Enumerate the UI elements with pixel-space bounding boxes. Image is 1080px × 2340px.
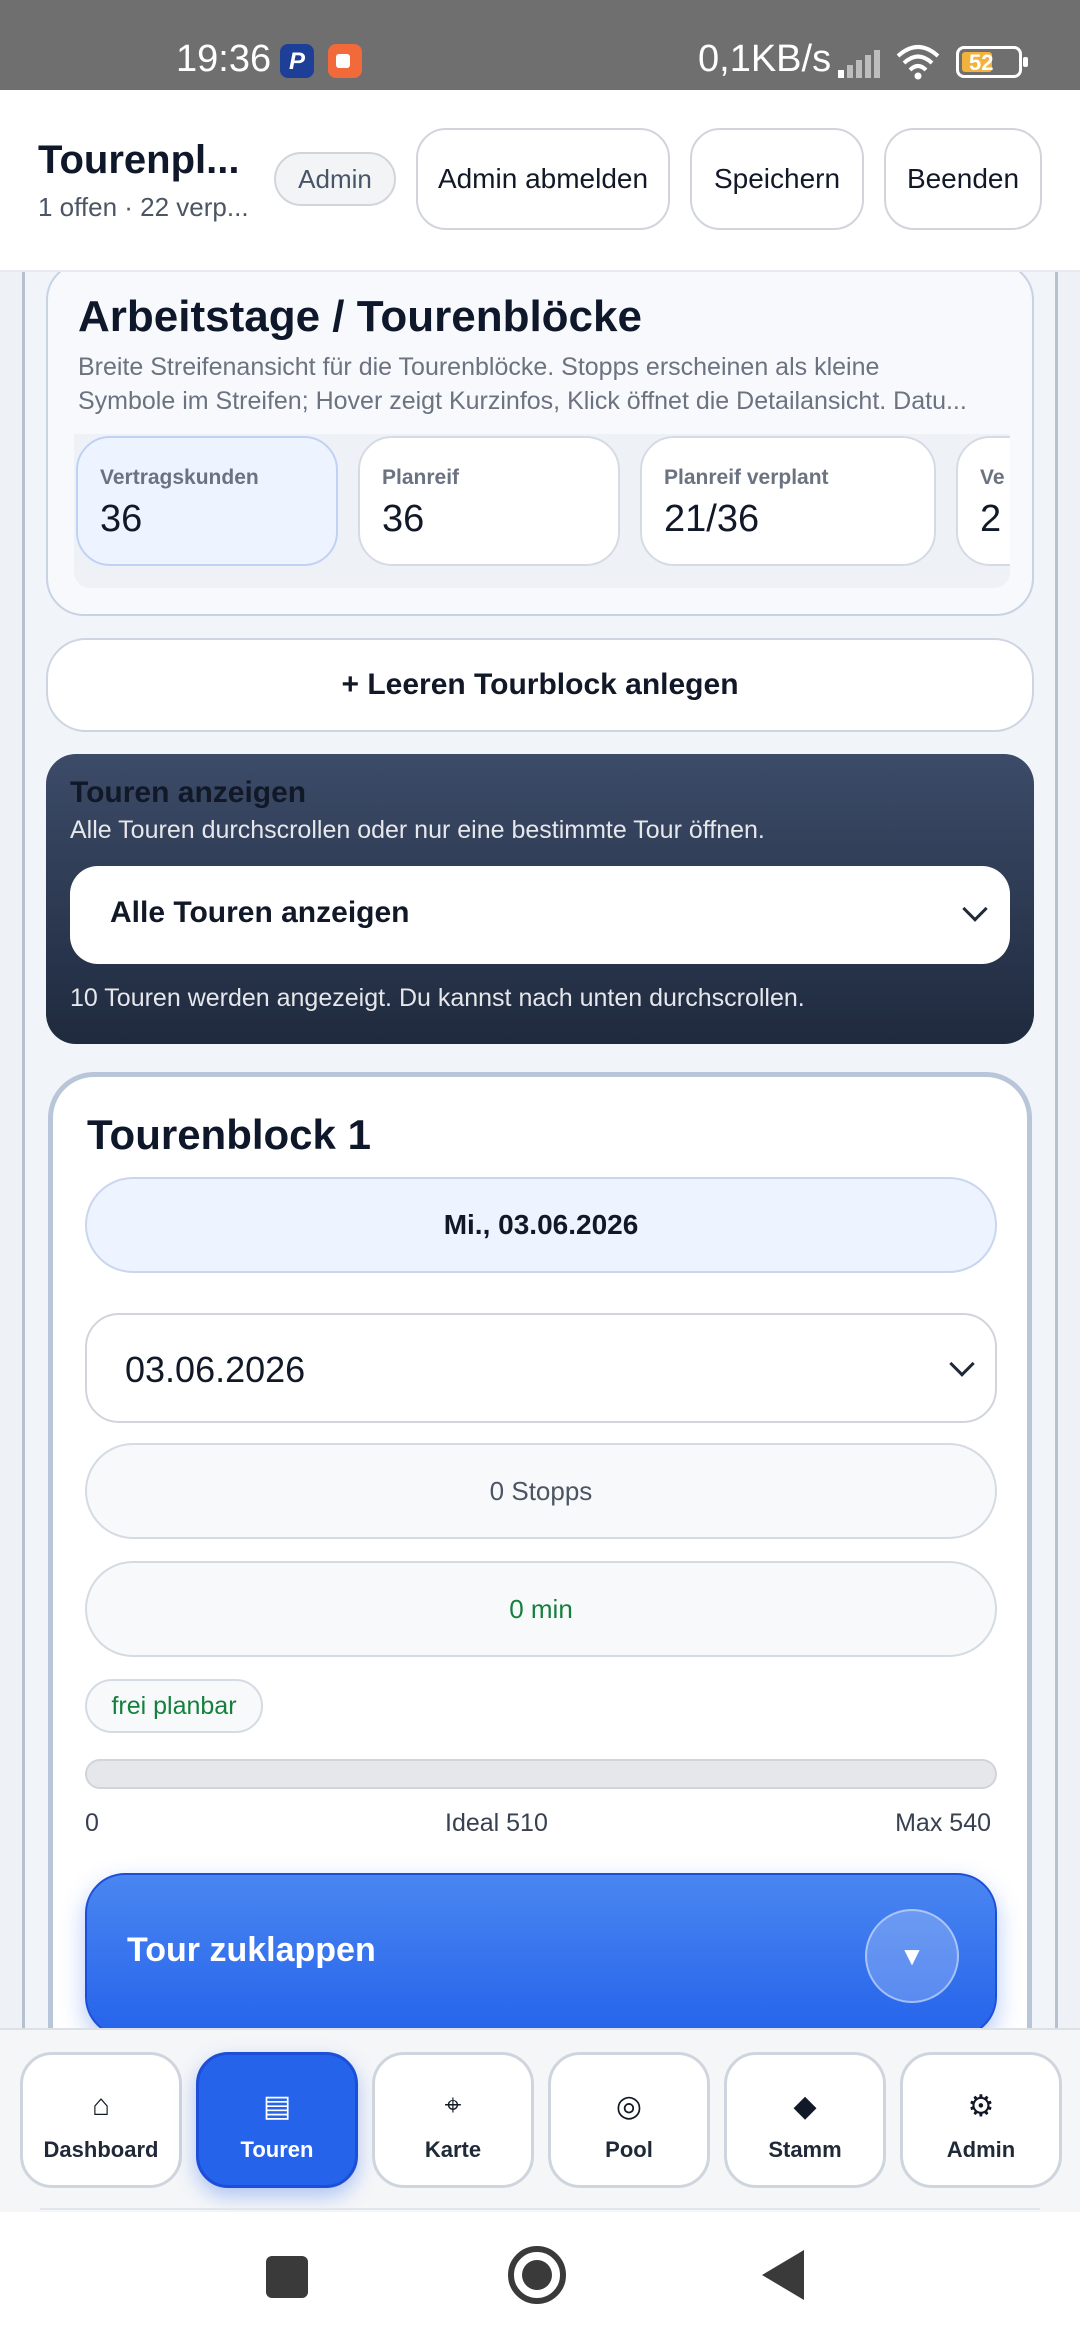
nav-karte[interactable]: ⌖ Karte	[372, 2052, 534, 2188]
scale-max-label: Max 540	[895, 1809, 991, 1837]
nav-stamm[interactable]: ◆ Stamm	[724, 2052, 886, 2188]
save-button[interactable]: Speichern	[690, 128, 864, 230]
stat-label: Vertragskunden	[100, 466, 259, 489]
stat-card-vertragskunden[interactable]: Vertragskunden 36	[76, 436, 338, 566]
admin-logout-button[interactable]: Admin abmelden	[416, 128, 670, 230]
tour-filter-select[interactable]: Alle Touren anzeigen	[70, 866, 1010, 964]
app-header: Tourenpl... 1 offen · 22 verp... Admin A…	[0, 90, 1080, 272]
add-empty-tourblock-button[interactable]: + Leeren Tourblock anlegen	[46, 638, 1034, 732]
stat-card-planreif[interactable]: Planreif 36	[358, 436, 620, 566]
tour-filter-card: Touren anzeigen Alle Touren durchscrolle…	[46, 754, 1034, 1044]
role-badge: Admin	[274, 152, 396, 206]
crosshair-icon: ⌖	[444, 2089, 462, 2122]
stats-strip[interactable]: Vertragskunden 36 Planreif 36 Planreif v…	[74, 434, 1010, 588]
arbeitstage-title: Arbeitstage / Tourenblöcke	[78, 292, 642, 341]
recorder-icon	[328, 44, 362, 78]
tourblock-date-select[interactable]: 03.06.2026	[85, 1313, 997, 1423]
status-bar: 19:36 0,1KB/s 52	[0, 0, 1080, 90]
nav-label: Touren	[240, 2137, 314, 2162]
diamond-icon: ◆	[793, 2090, 817, 2123]
battery-icon: 52	[956, 46, 1028, 78]
arbeitstage-description: Breite Streifenansicht für die Tourenblö…	[78, 350, 1018, 418]
collapse-arrow-icon: ▼	[865, 1909, 959, 2003]
tour-filter-title: Touren anzeigen	[70, 776, 307, 809]
battery-level: 52	[969, 50, 994, 75]
paypal-icon	[280, 44, 314, 78]
collapse-tour-button[interactable]: Tour zuklappen ▼	[85, 1873, 997, 2028]
exit-button[interactable]: Beenden	[884, 128, 1042, 230]
nav-touren[interactable]: ▤ Touren	[196, 2052, 358, 2188]
tourblock-date-value: 03.06.2026	[125, 1349, 306, 1390]
stat-value: 36	[100, 498, 143, 540]
home-icon: ⌂	[91, 2089, 111, 2122]
nav-divider	[40, 2208, 1040, 2210]
stat-label: Ve	[980, 466, 1005, 489]
nav-dashboard[interactable]: ⌂ Dashboard	[20, 2052, 182, 2188]
arbeitstage-description-line-2: Symbole im Streifen; Hover zeigt Kurzinf…	[78, 387, 967, 415]
nav-pool[interactable]: ◎ Pool	[548, 2052, 710, 2188]
arbeitstage-description-line-1: Breite Streifenansicht für die Tourenblö…	[78, 353, 880, 381]
tour-filter-subtitle: Alle Touren durchscrollen oder nur eine …	[70, 816, 765, 844]
bottom-navigation: ⌂ Dashboard ▤ Touren ⌖ Karte ◎ Pool ◆ St…	[0, 2028, 1080, 2212]
recents-icon[interactable]	[266, 2256, 308, 2298]
status-time: 19:36	[176, 38, 272, 80]
wifi-icon	[896, 45, 940, 80]
tourblock-card: Tourenblock 1 Mi., 03.06.2026 03.06.2026…	[48, 1072, 1032, 2028]
chevron-down-icon	[949, 1351, 975, 1377]
collapse-tour-label: Tour zuklappen	[127, 1931, 376, 1969]
chevron-down-icon	[962, 896, 988, 922]
page-subtitle: 1 offen · 22 verp...	[38, 192, 249, 222]
list-icon: ▤	[262, 2090, 292, 2123]
status-badge: frei planbar	[85, 1679, 263, 1733]
tourblock-date-chip: Mi., 03.06.2026	[85, 1177, 997, 1273]
gear-icon: ⚙	[967, 2090, 995, 2123]
scale-min-label: 0	[85, 1809, 99, 1837]
tour-filter-footer: 10 Touren werden angezeigt. Du kannst na…	[70, 984, 805, 1012]
network-speed: 0,1KB/s	[698, 38, 832, 80]
nav-label: Pool	[605, 2137, 653, 2162]
stat-value: 21/36	[664, 498, 760, 540]
arbeitstage-card: Arbeitstage / Tourenblöcke Breite Streif…	[46, 272, 1034, 616]
scale-ideal-label: Ideal 510	[445, 1809, 548, 1837]
nav-admin[interactable]: ⚙ Admin	[900, 2052, 1062, 2188]
stat-card-planreif-verplant[interactable]: Planreif verplant 21/36	[640, 436, 936, 566]
nav-label: Karte	[424, 2137, 482, 2162]
signal-icon	[838, 50, 880, 78]
home-button-icon[interactable]	[508, 2246, 566, 2304]
nav-label: Dashboard	[43, 2137, 159, 2162]
tourblock-stops: 0 Stopps	[85, 1443, 997, 1539]
back-icon[interactable]	[762, 2250, 804, 2300]
target-icon: ◎	[615, 2090, 643, 2123]
tourblock-title: Tourenblock 1	[87, 1111, 371, 1158]
stat-label: Planreif verplant	[664, 466, 829, 489]
main-content[interactable]: Arbeitstage / Tourenblöcke Breite Streif…	[0, 272, 1080, 2028]
tourblock-minutes: 0 min	[85, 1561, 997, 1657]
page-title: Tourenpl...	[38, 138, 240, 182]
stat-value: 2	[980, 498, 1002, 540]
tour-filter-selected: Alle Touren anzeigen	[110, 896, 410, 929]
nav-label: Stamm	[768, 2137, 842, 2162]
stat-value: 36	[382, 498, 425, 540]
nav-label: Admin	[946, 2137, 1016, 2162]
duration-progress-bar	[85, 1759, 997, 1789]
stat-label: Planreif	[382, 466, 460, 489]
stat-card-partial[interactable]: Ve 2	[956, 436, 1010, 566]
